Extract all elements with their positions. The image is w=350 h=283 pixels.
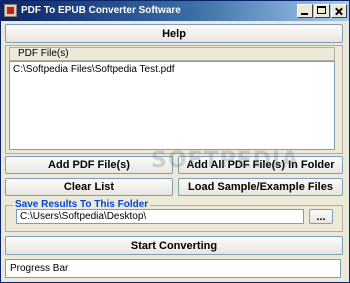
window-title: PDF To EPUB Converter Software [21,5,181,16]
app-icon [4,4,17,17]
clear-list-button[interactable]: Clear List [5,178,173,196]
maximize-icon[interactable] [314,4,330,18]
minimize-icon[interactable] [297,4,313,18]
title-bar[interactable]: PDF To EPUB Converter Software [1,1,349,21]
progress-bar: Progress Bar [5,259,341,278]
close-icon[interactable] [331,4,347,18]
progress-label: Progress Bar [10,263,69,274]
file-list[interactable]: C:\Softpedia Files\Softpedia Test.pdf [9,61,335,150]
output-folder-input[interactable]: C:\Users\Softpedia\Desktop\ [16,209,304,224]
browse-folder-button[interactable]: ... [309,209,333,224]
app-window: PDF To EPUB Converter Software Help PDF … [0,0,350,283]
list-item[interactable]: C:\Softpedia Files\Softpedia Test.pdf [13,64,175,75]
help-button[interactable]: Help [5,24,343,43]
window-controls [296,4,347,18]
add-pdf-files-button[interactable]: Add PDF File(s) [5,156,173,174]
start-converting-button[interactable]: Start Converting [5,236,343,255]
add-folder-button[interactable]: Add All PDF File(s) In Folder [178,156,343,174]
load-sample-button[interactable]: Load Sample/Example Files [178,178,343,196]
file-list-header[interactable]: PDF File(s) [9,47,335,61]
